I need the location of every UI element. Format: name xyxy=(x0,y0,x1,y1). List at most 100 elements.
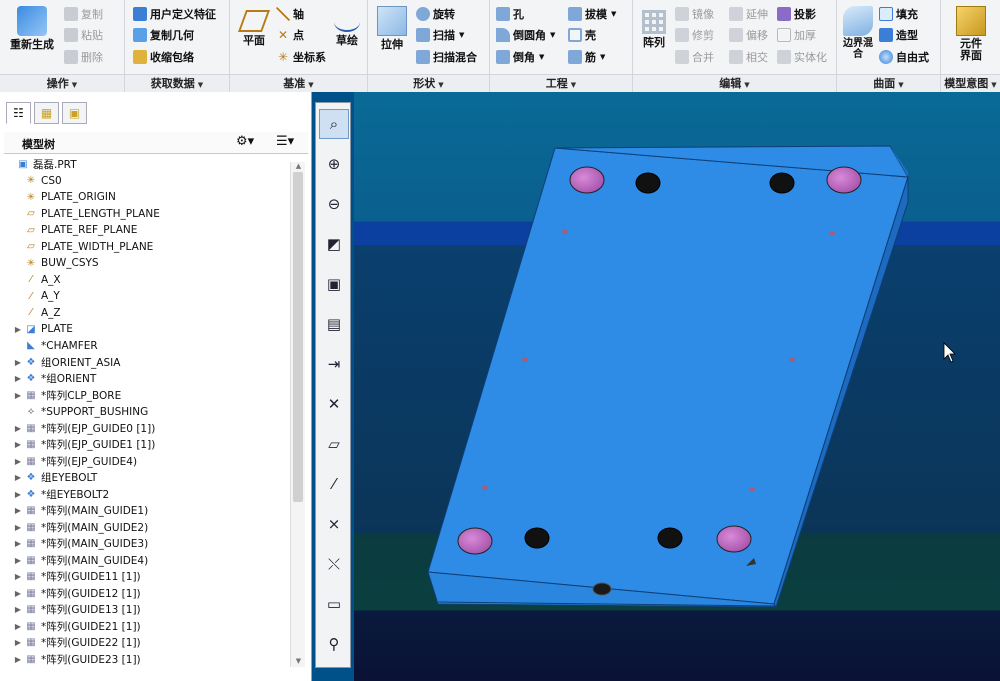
mirror-button[interactable]: 镜像 xyxy=(675,6,714,22)
group-caption-datum[interactable]: 基准 ▼ xyxy=(230,74,367,92)
copy-button[interactable]: 复制 xyxy=(64,6,103,22)
expand-arrow-icon[interactable]: ▶ xyxy=(12,391,24,400)
swept-blend-button[interactable]: 扫描混合 xyxy=(416,49,477,65)
tree-item[interactable]: ▣ 磊磊.PRT xyxy=(4,156,288,173)
trim-button[interactable]: 修剪 xyxy=(675,27,714,43)
regenerate-button[interactable]: 重新生成 xyxy=(6,6,58,51)
tree-item[interactable]: ▶ ❖ 组EYEBOLT xyxy=(4,470,288,487)
tree-item[interactable]: ⁄ A_X xyxy=(4,272,288,289)
expand-arrow-icon[interactable]: ▶ xyxy=(12,572,24,581)
clp-bore-hole[interactable] xyxy=(826,166,862,194)
delete-button[interactable]: 删除 xyxy=(64,49,103,65)
draft-button[interactable]: 拔模 ▼ xyxy=(568,6,616,22)
expand-arrow-icon[interactable]: ▶ xyxy=(12,589,24,598)
tab-favorites[interactable]: ▣ xyxy=(62,102,87,124)
expand-arrow-icon[interactable]: ▶ xyxy=(12,325,24,334)
tree-item[interactable]: ▶ ▦ *阵列(MAIN_GUIDE4) xyxy=(4,552,288,569)
group-caption-engineering[interactable]: 工程 ▼ xyxy=(490,74,632,92)
paste-button[interactable]: 粘贴 xyxy=(64,27,103,43)
view-manager-button[interactable]: ⇥ xyxy=(319,349,349,379)
extend-button[interactable]: 延伸 xyxy=(729,6,768,22)
tree-item[interactable]: ▱ PLATE_LENGTH_PLANE xyxy=(4,206,288,223)
zoom-fit-button[interactable]: ⌕ xyxy=(319,109,349,139)
round-button[interactable]: 倒圆角 ▼ xyxy=(496,27,555,43)
tree-item[interactable]: ▶ ▦ *阵列(GUIDE21 [1]) xyxy=(4,618,288,635)
extrude-button[interactable]: 拉伸 xyxy=(374,6,410,51)
tree-item[interactable]: ⁄ A_Z xyxy=(4,305,288,322)
tree-item[interactable]: ✳ PLATE_ORIGIN xyxy=(4,189,288,206)
group-caption-model-intent[interactable]: 模型意图 ▼ xyxy=(941,74,1000,92)
tree-item[interactable]: ▱ PLATE_REF_PLANE xyxy=(4,222,288,239)
point-display-button[interactable]: ⨯ xyxy=(319,509,349,539)
thicken-button[interactable]: 加厚 xyxy=(777,27,816,43)
tree-filters-button[interactable]: ☰▾ xyxy=(276,134,294,149)
tree-item[interactable]: ▶ ▦ *阵列(EJP_GUIDE0 [1]) xyxy=(4,420,288,437)
scrollbar-thumb[interactable] xyxy=(293,172,303,502)
tree-item[interactable]: ⁄ A_Y xyxy=(4,288,288,305)
clp-bore-hole[interactable] xyxy=(457,527,493,555)
project-button[interactable]: 投影 xyxy=(777,6,816,22)
group-caption-shapes[interactable]: 形状 ▼ xyxy=(368,74,489,92)
udf-button[interactable]: 用户定义特征 xyxy=(133,6,216,22)
fill-button[interactable]: 填充 xyxy=(879,6,918,22)
datum-display-button[interactable]: ✕ xyxy=(319,389,349,419)
scroll-up-arrow-icon[interactable]: ▲ xyxy=(291,162,306,172)
offset-button[interactable]: 偏移 xyxy=(729,27,768,43)
expand-arrow-icon[interactable]: ▶ xyxy=(12,556,24,565)
plane-display-button[interactable]: ▱ xyxy=(319,429,349,459)
component-interface-button[interactable]: 元件界面 xyxy=(951,6,991,62)
expand-arrow-icon[interactable]: ▶ xyxy=(12,358,24,367)
style-button[interactable]: 造型 xyxy=(879,27,918,43)
tree-item[interactable]: ▶ ▦ *阵列(MAIN_GUIDE2) xyxy=(4,519,288,536)
shrinkwrap-button[interactable]: 收缩包络 xyxy=(133,49,194,65)
small-hole[interactable] xyxy=(482,486,488,490)
tab-folder-browser[interactable]: ▦ xyxy=(34,102,59,124)
tree-item[interactable]: ▶ ▦ *阵列(EJP_GUIDE4) xyxy=(4,453,288,470)
zoom-out-button[interactable]: ⊖ xyxy=(319,189,349,219)
sketch-button[interactable]: 草绘 xyxy=(330,6,364,47)
spin-center-button[interactable]: ⚲ xyxy=(319,629,349,659)
csys-display-button[interactable]: ⤬ xyxy=(319,549,349,579)
point-button[interactable]: ✕ 点 xyxy=(276,27,304,43)
tree-item[interactable]: ▱ PLATE_WIDTH_PLANE xyxy=(4,239,288,256)
tab-model-tree[interactable]: ☷ xyxy=(6,102,31,124)
sweep-button[interactable]: 扫描 ▼ xyxy=(416,27,464,43)
group-caption-surfaces[interactable]: 曲面 ▼ xyxy=(837,74,940,92)
guide-hole[interactable] xyxy=(524,527,550,549)
annotation-display-button[interactable]: ▭ xyxy=(319,589,349,619)
display-style-button[interactable]: ▣ xyxy=(319,269,349,299)
tree-item[interactable]: ▶ ❖ 组ORIENT_ASIA xyxy=(4,354,288,371)
shell-button[interactable]: 壳 xyxy=(568,27,596,43)
small-hole[interactable] xyxy=(562,230,568,234)
copy-geometry-button[interactable]: 复制几何 xyxy=(133,27,194,43)
csys-button[interactable]: ✳ 坐标系 xyxy=(276,49,326,65)
expand-arrow-icon[interactable]: ▶ xyxy=(12,490,24,499)
zoom-in-button[interactable]: ⊕ xyxy=(319,149,349,179)
tree-item[interactable]: ▶ ❖ *组EYEBOLT2 xyxy=(4,486,288,503)
expand-arrow-icon[interactable]: ▶ xyxy=(12,622,24,631)
rib-button[interactable]: 筋 ▼ xyxy=(568,49,605,65)
expand-arrow-icon[interactable]: ▶ xyxy=(12,506,24,515)
tree-item[interactable]: ▶ ▦ *阵列(GUIDE11 [1]) xyxy=(4,569,288,586)
hole-button[interactable]: 孔 xyxy=(496,6,524,22)
expand-arrow-icon[interactable]: ▶ xyxy=(12,440,24,449)
pattern-button[interactable]: 阵列 xyxy=(637,6,671,49)
expand-arrow-icon[interactable]: ▶ xyxy=(12,638,24,647)
expand-arrow-icon[interactable]: ▶ xyxy=(12,539,24,548)
chamfer-button[interactable]: 倒角 ▼ xyxy=(496,49,544,65)
tree-item[interactable]: ✳ BUW_CSYS xyxy=(4,255,288,272)
boundary-blend-button[interactable]: 边界混合 xyxy=(841,6,875,60)
clp-bore-hole[interactable] xyxy=(716,525,752,553)
group-caption-get-data[interactable]: 获取数据 ▼ xyxy=(125,74,229,92)
repaint-button[interactable]: ◩ xyxy=(319,229,349,259)
model-tree-scrollbar[interactable]: ▲ ▼ xyxy=(290,162,305,667)
expand-arrow-icon[interactable]: ▶ xyxy=(12,473,24,482)
tree-item[interactable]: ▶ ▦ *阵列(EJP_GUIDE1 [1]) xyxy=(4,437,288,454)
expand-arrow-icon[interactable]: ▶ xyxy=(12,424,24,433)
scroll-down-arrow-icon[interactable]: ▼ xyxy=(291,657,306,667)
small-hole[interactable] xyxy=(829,231,835,235)
saved-views-button[interactable]: ▤ xyxy=(319,309,349,339)
freeform-button[interactable]: 自由式 xyxy=(879,49,929,65)
tree-item[interactable]: ⟡ *SUPPORT_BUSHING xyxy=(4,404,288,421)
tree-item[interactable]: ▶ ▦ *阵列(GUIDE22 [1]) xyxy=(4,635,288,652)
